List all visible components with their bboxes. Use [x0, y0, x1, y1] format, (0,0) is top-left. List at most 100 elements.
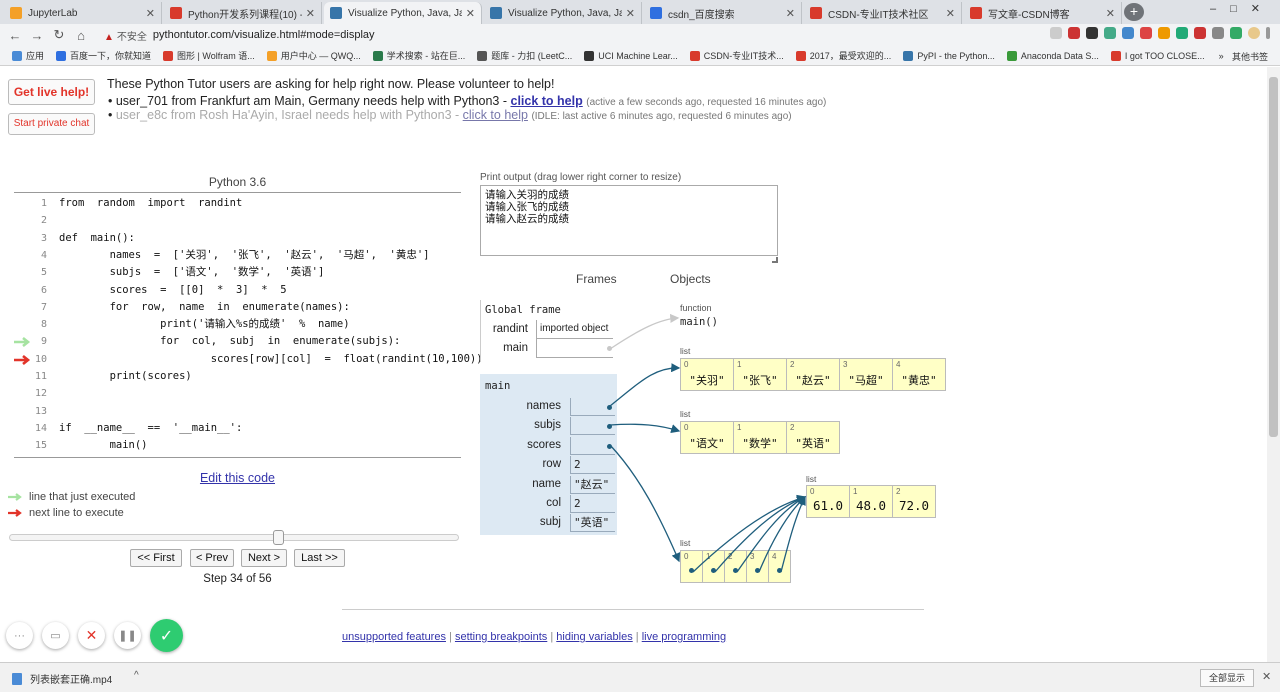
browser-tab[interactable]: csdn_百度搜索 ✕: [644, 2, 802, 24]
bookmark-item[interactable]: Anaconda Data S...: [1006, 49, 1099, 62]
get-live-help-button[interactable]: Get live help!: [8, 79, 95, 105]
tab-close-icon[interactable]: ✕: [146, 7, 155, 20]
star-icon[interactable]: [1050, 27, 1062, 39]
code-line[interactable]: 14 if __name__ == '__main__':: [14, 420, 461, 437]
back-icon[interactable]: ←: [4, 28, 26, 43]
camera-icon[interactable]: ▭: [42, 622, 69, 649]
code-line[interactable]: 6 scores = [[0] * 3] * 5: [14, 282, 461, 299]
forward-icon[interactable]: →: [26, 28, 48, 43]
tab-close-icon[interactable]: ✕: [306, 7, 315, 20]
more-icon[interactable]: ···: [6, 622, 33, 649]
last-button[interactable]: Last >>: [294, 549, 345, 567]
code-line[interactable]: 7 for row, name in enumerate(names):: [14, 299, 461, 316]
browser-tab[interactable]: 写文章-CSDN博客 ✕: [964, 2, 1122, 24]
line-number[interactable]: 3: [14, 230, 47, 247]
extension-icon[interactable]: [1230, 27, 1242, 39]
resize-grip-icon[interactable]: [772, 257, 778, 263]
line-number[interactable]: 4: [14, 247, 47, 264]
extension-icon[interactable]: [1086, 27, 1098, 39]
step-slider[interactable]: [9, 534, 459, 541]
start-private-chat-button[interactable]: Start private chat: [8, 113, 95, 135]
close-icon[interactable]: ✕: [78, 622, 105, 649]
code-line[interactable]: 13: [14, 403, 461, 420]
click-to-help-link[interactable]: click to help: [511, 94, 583, 108]
bookmark-item[interactable]: 学术搜索 - 站在巨...: [372, 49, 465, 62]
reload-icon[interactable]: ↻: [48, 27, 70, 43]
line-number[interactable]: 11: [14, 368, 47, 385]
scrollbar-thumb[interactable]: [1269, 77, 1278, 437]
extension-icon[interactable]: [1122, 27, 1134, 39]
code-line[interactable]: 10 scores[row][col] = float(randint(10,1…: [14, 351, 483, 368]
code-line[interactable]: 1 from random import randint: [14, 195, 461, 212]
bookmark-item[interactable]: 百度一下，你就知道: [56, 49, 151, 62]
extension-icon[interactable]: [1212, 27, 1224, 39]
window-controls[interactable]: –□✕: [1210, 2, 1274, 15]
pause-icon[interactable]: ❚❚: [114, 622, 141, 649]
new-tab-button[interactable]: +: [1124, 3, 1144, 21]
tab-close-icon[interactable]: ✕: [466, 7, 475, 20]
prev-button[interactable]: < Prev: [190, 549, 234, 567]
page-scrollbar[interactable]: [1267, 67, 1280, 662]
tab-close-icon[interactable]: ✕: [1106, 7, 1115, 20]
browser-tab[interactable]: JupyterLab ✕: [4, 2, 162, 24]
home-icon[interactable]: ⌂: [70, 28, 92, 43]
line-number[interactable]: 2: [14, 212, 47, 229]
line-number[interactable]: 1: [14, 195, 47, 212]
bookmarks-overflow[interactable]: »: [1219, 51, 1224, 61]
extension-icon[interactable]: [1140, 27, 1152, 39]
bookmark-item[interactable]: I got TOO CLOSE...: [1110, 49, 1205, 62]
line-number[interactable]: 15: [14, 437, 47, 454]
close-download-bar-icon[interactable]: ✕: [1262, 670, 1271, 683]
menu-icon[interactable]: [1266, 27, 1270, 39]
line-number[interactable]: 14: [14, 420, 47, 437]
address-bar[interactable]: pythontutor.com/visualize.html#mode=disp…: [153, 29, 375, 41]
code-line[interactable]: 2: [14, 212, 461, 229]
extension-icon[interactable]: [1158, 27, 1170, 39]
browser-tab[interactable]: Python开发系列课程(10) - 那些... ✕: [164, 2, 322, 24]
code-line[interactable]: 15 main(): [14, 437, 461, 454]
bookmark-item[interactable]: 应用: [12, 49, 44, 62]
print-output-box[interactable]: 请输入关羽的成绩 请输入张飞的成绩 请输入赵云的成绩: [480, 185, 778, 256]
tab-close-icon[interactable]: ✕: [946, 7, 955, 20]
other-bookmarks[interactable]: 其他书签: [1232, 50, 1268, 63]
tab-close-icon[interactable]: ✕: [786, 7, 795, 20]
bookmark-item[interactable]: PyPI - the Python...: [903, 49, 995, 62]
hiding-variables-link[interactable]: hiding variables: [556, 631, 632, 643]
code-line[interactable]: 9 for col, subj in enumerate(subjs):: [14, 333, 461, 350]
edit-code-link[interactable]: Edit this code: [14, 471, 461, 485]
code-line[interactable]: 3 def main():: [14, 230, 461, 247]
unsupported-features-link[interactable]: unsupported features: [342, 631, 446, 643]
code-line[interactable]: 4 names = ['关羽', '张飞', '赵云', '马超', '黄忠']: [14, 247, 461, 264]
setting-breakpoints-link[interactable]: setting breakpoints: [455, 631, 547, 643]
bookmark-item[interactable]: 图形 | Wolfram 语...: [163, 49, 255, 62]
show-all-button[interactable]: 全部显示: [1200, 669, 1254, 687]
tab-close-icon[interactable]: ✕: [626, 7, 635, 20]
live-programming-link[interactable]: live programming: [642, 631, 726, 643]
extension-icon[interactable]: [1068, 27, 1080, 39]
browser-tab[interactable]: Visualize Python, Java, JavaScr... ✕: [324, 2, 482, 24]
extension-icon[interactable]: [1104, 27, 1116, 39]
code-line[interactable]: 11 print(scores): [14, 368, 461, 385]
code-line[interactable]: 8 print('请输入%s的成绩' % name): [14, 316, 461, 333]
browser-tab[interactable]: Visualize Python, Java, JavaScr... ✕: [484, 2, 642, 24]
security-indicator[interactable]: ▲ 不安全: [104, 28, 147, 43]
line-number[interactable]: 7: [14, 299, 47, 316]
check-icon[interactable]: ✓: [150, 619, 183, 652]
first-button[interactable]: << First: [130, 549, 182, 567]
line-number[interactable]: 12: [14, 385, 47, 402]
browser-tab[interactable]: CSDN-专业IT技术社区 ✕: [804, 2, 962, 24]
bookmark-item[interactable]: CSDN-专业IT技术...: [689, 49, 784, 62]
download-item[interactable]: 列表嵌套正确.mp4: [12, 671, 112, 686]
line-number[interactable]: 5: [14, 264, 47, 281]
bookmark-item[interactable]: 用户中心 — QWQ...: [266, 49, 361, 62]
bookmark-item[interactable]: 题库 - 力扣 (LeetC...: [477, 49, 572, 62]
bookmark-item[interactable]: UCI Machine Lear...: [584, 49, 678, 62]
next-button[interactable]: Next >: [241, 549, 287, 567]
extension-icon[interactable]: [1176, 27, 1188, 39]
click-to-help-link[interactable]: click to help: [463, 108, 528, 122]
code-line[interactable]: 5 subjs = ['语文', '数学', '英语']: [14, 264, 461, 281]
line-number[interactable]: 6: [14, 282, 47, 299]
bookmark-item[interactable]: 2017，最受欢迎的...: [795, 49, 891, 62]
extension-icon[interactable]: [1194, 27, 1206, 39]
profile-avatar[interactable]: [1248, 27, 1260, 39]
